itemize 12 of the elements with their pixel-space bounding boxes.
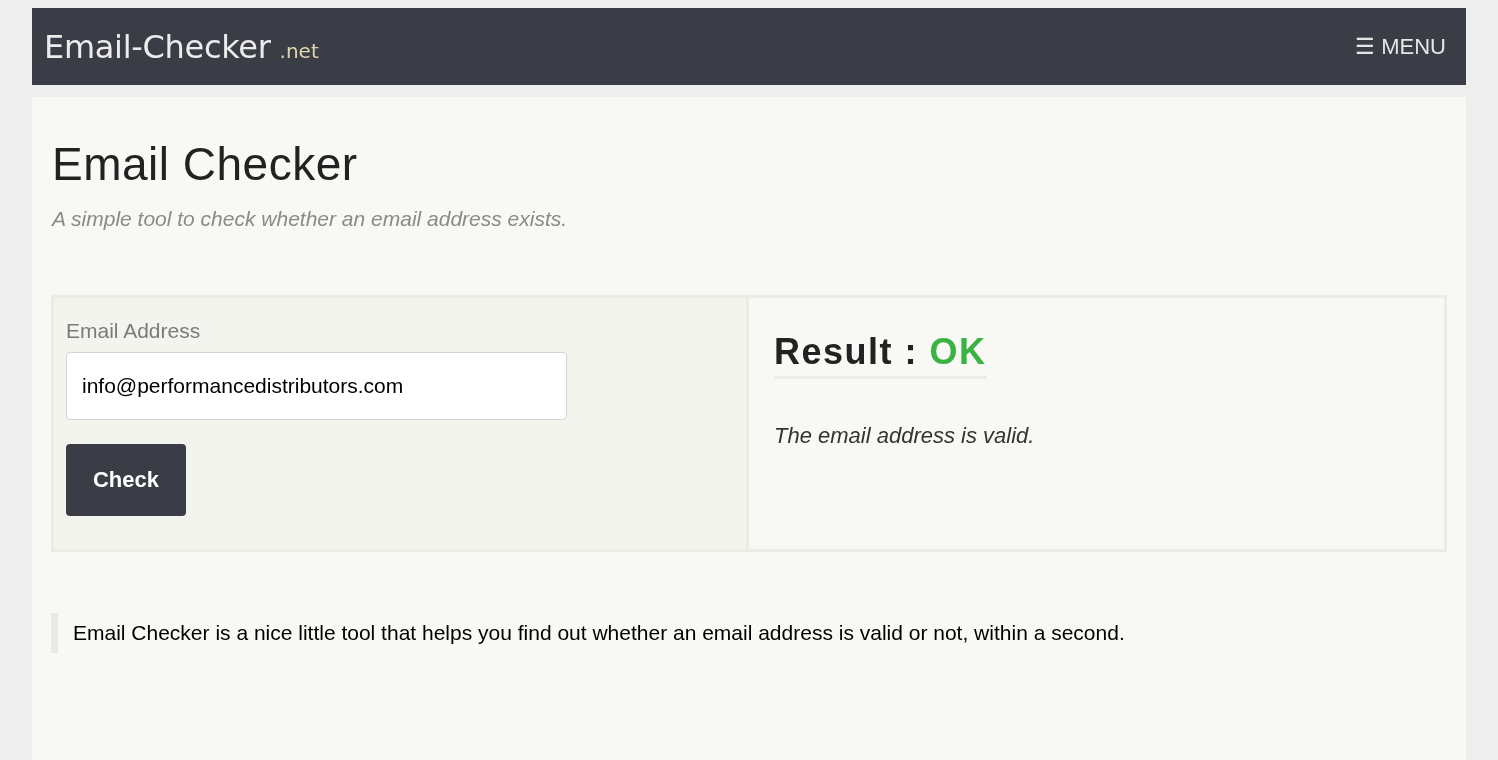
- site-logo[interactable]: Email-Checker .net: [44, 22, 319, 71]
- result-message: The email address is valid.: [774, 421, 1036, 450]
- logo-suffix: .net: [279, 37, 319, 65]
- field-label: Email Address: [66, 317, 202, 344]
- page-title: Email Checker: [52, 137, 359, 191]
- page-subtitle: A simple tool to check whether an email address exists.: [52, 206, 569, 232]
- email-input[interactable]: info@performancedistributors.com: [66, 351, 567, 420]
- logo-name: Email-Checker: [44, 26, 271, 68]
- note-quote: Email Checker is a nice little tool that helps you find out whether an email address is valid or not, within a second.: [51, 612, 1447, 653]
- result-heading: Result : OK: [774, 329, 987, 379]
- check-button[interactable]: Check: [66, 443, 186, 516]
- menu-button[interactable]: ☰ MENU: [1355, 30, 1446, 63]
